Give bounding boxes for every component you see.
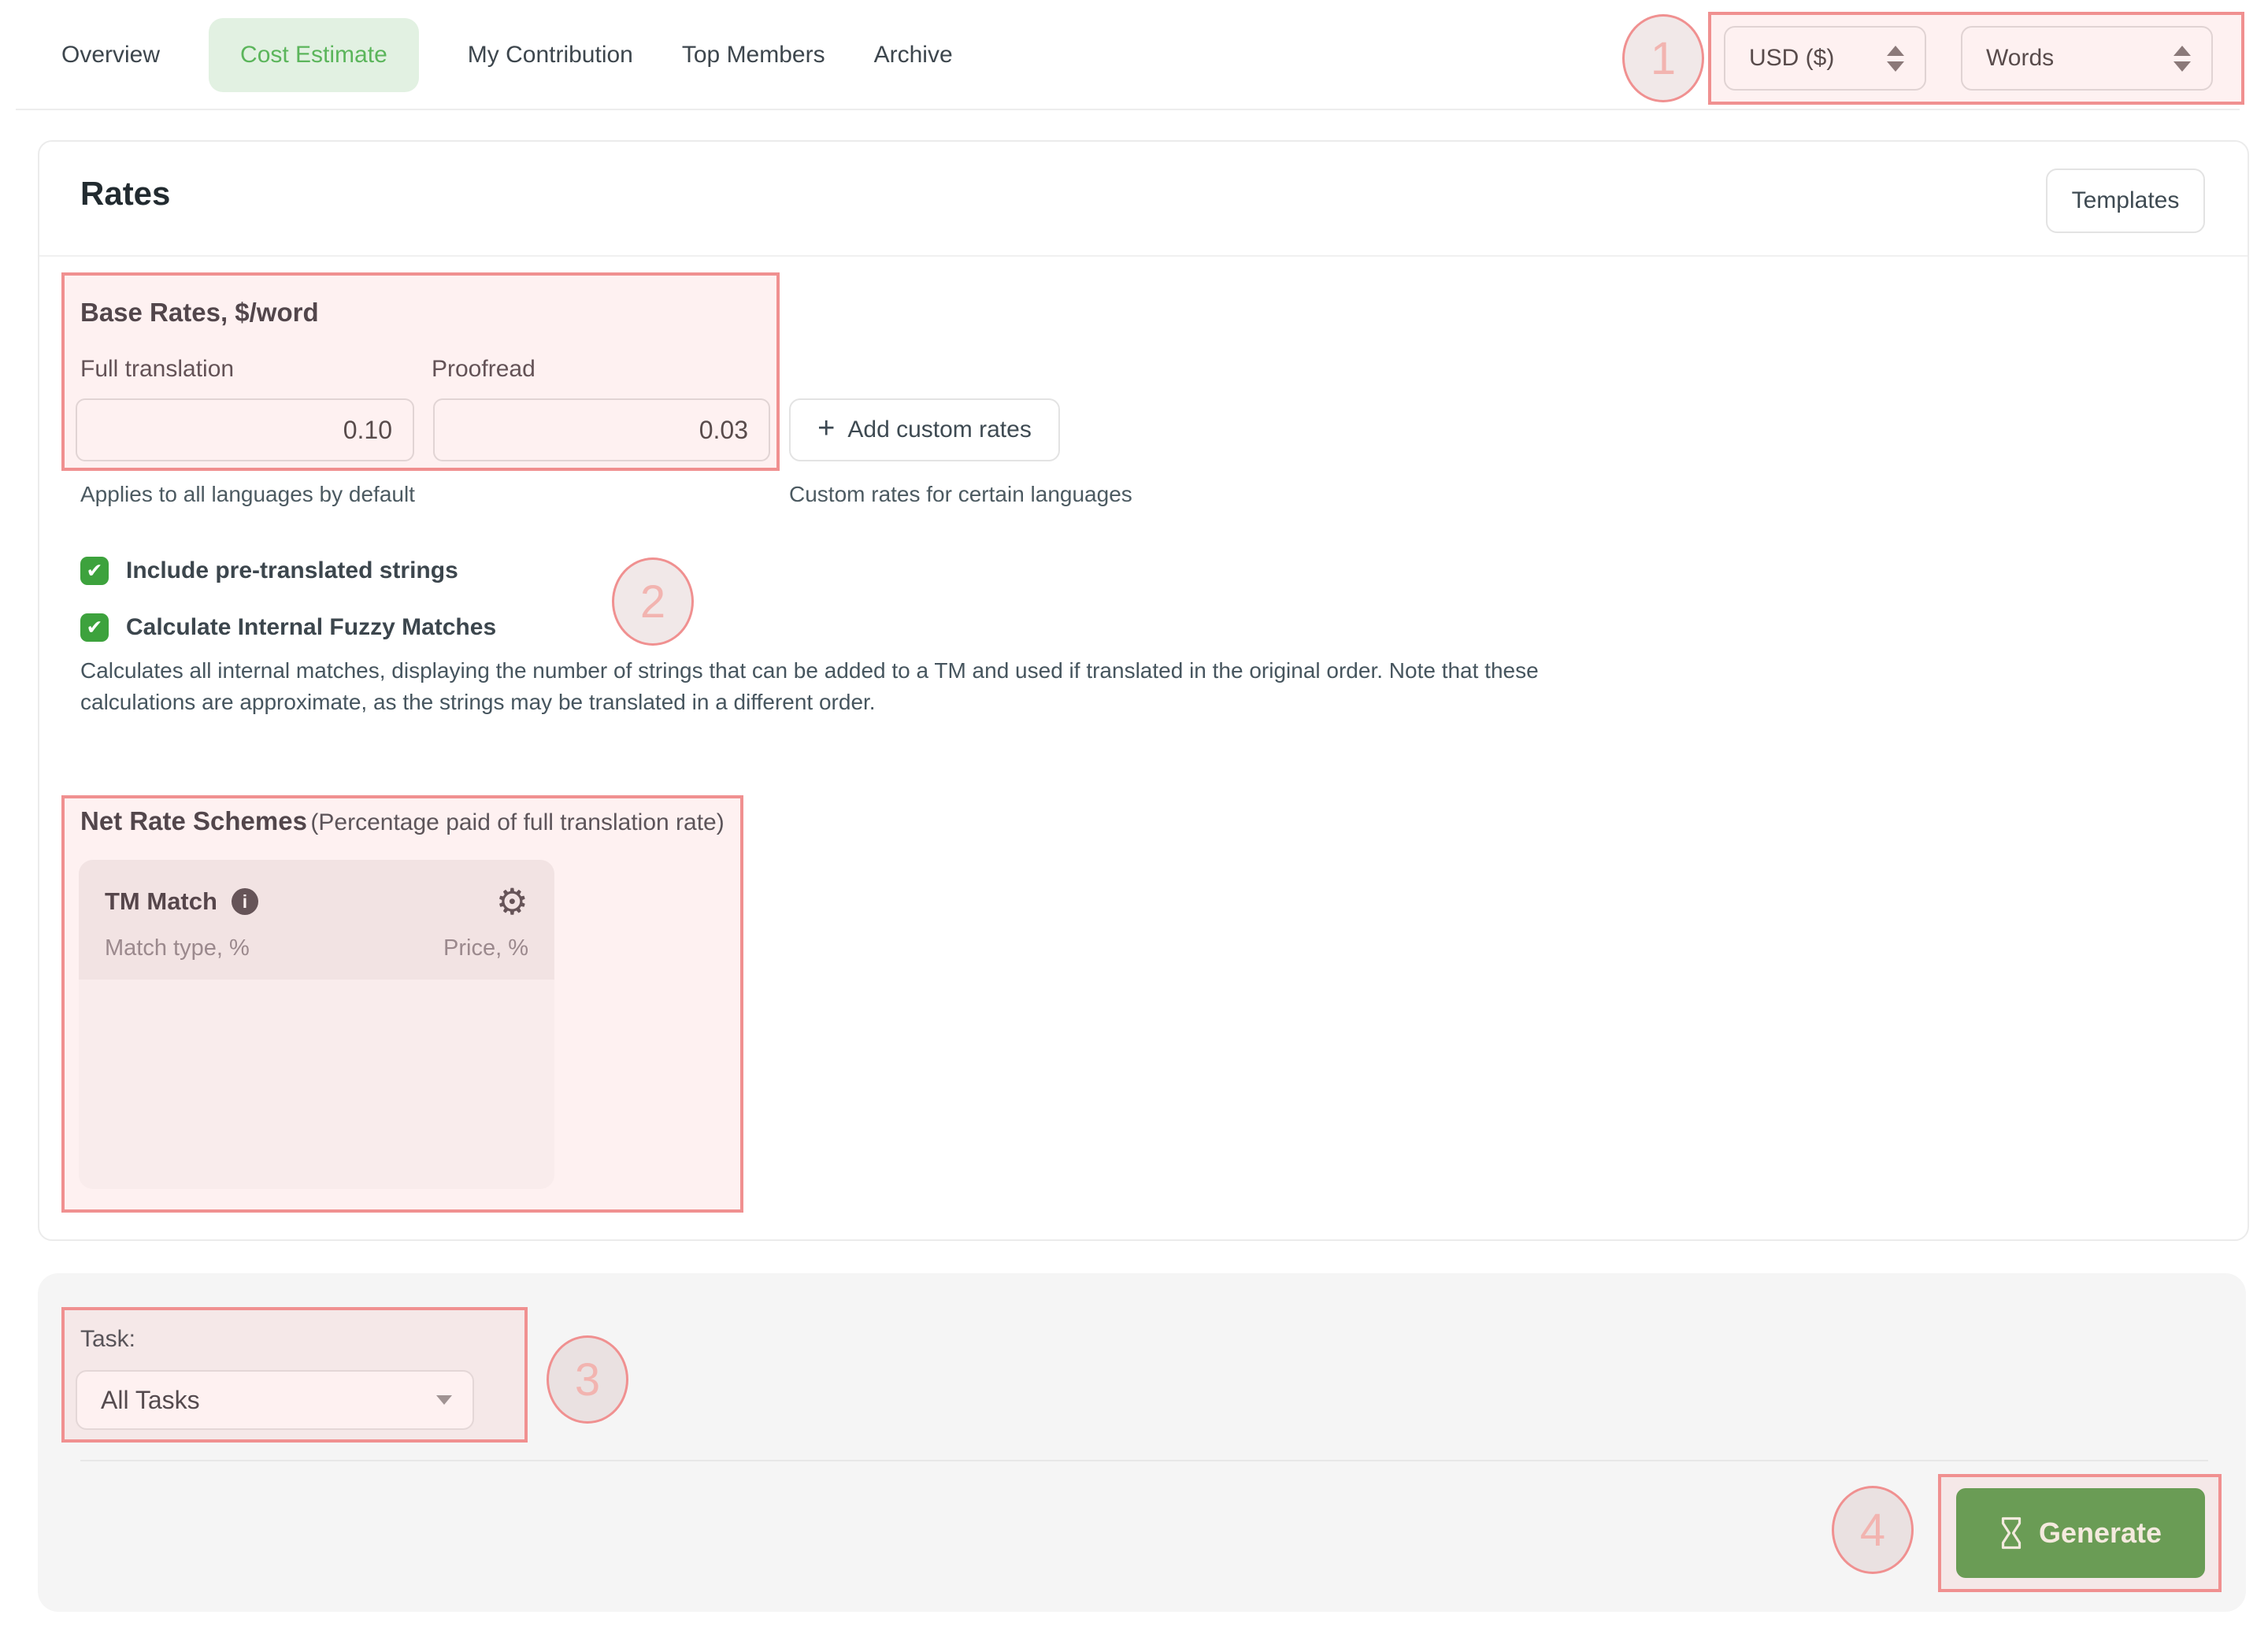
fuzzy-matches-label: Calculate Internal Fuzzy Matches (126, 614, 496, 641)
full-translation-rate-input[interactable] (76, 398, 414, 461)
fuzzy-matches-checkbox[interactable] (80, 613, 109, 642)
chevron-down-icon (436, 1395, 452, 1405)
hourglass-icon (1999, 1517, 2023, 1550)
plus-icon: + (817, 413, 835, 443)
tm-match-title: TM Match (105, 887, 217, 916)
net-rate-schemes-subtitle: (Percentage paid of full translation rat… (310, 809, 724, 835)
fuzzy-matches-row: Calculate Internal Fuzzy Matches (80, 613, 496, 642)
match-type-column-header: Match type, % (105, 935, 250, 961)
include-pretranslated-row: Include pre-translated strings (80, 557, 458, 585)
tm-match-card-header (79, 860, 554, 980)
units-select-value: Words (1986, 45, 2054, 72)
base-rates-helper-text: Applies to all languages by default (80, 482, 415, 507)
tab-my-contribution[interactable]: My Contribution (468, 42, 633, 69)
stepper-arrows-icon (2174, 46, 2191, 72)
tm-match-title-row: TM Match i ⚙ (105, 883, 528, 920)
tab-bar: Overview Cost Estimate My Contribution T… (0, 0, 2268, 110)
net-rate-schemes-heading: Net Rate Schemes (Percentage paid of ful… (80, 806, 724, 836)
custom-rates-helper-text: Custom rates for certain languages (789, 482, 1132, 507)
tab-cost-estimate[interactable]: Cost Estimate (209, 18, 419, 92)
units-select[interactable]: Words (1961, 26, 2213, 91)
tab-overview[interactable]: Overview (61, 42, 160, 69)
task-label: Task: (80, 1326, 135, 1353)
gear-icon[interactable]: ⚙ (496, 883, 528, 920)
cost-estimate-page: Overview Cost Estimate My Contribution T… (0, 0, 2268, 1637)
include-pretranslated-label: Include pre-translated strings (126, 557, 458, 584)
generate-button-label: Generate (2039, 1517, 2162, 1550)
templates-button[interactable]: Templates (2046, 169, 2205, 233)
currency-select[interactable]: USD ($) (1724, 26, 1926, 91)
add-custom-rates-label: Add custom rates (847, 417, 1031, 443)
price-column-header: Price, % (443, 935, 528, 961)
info-icon[interactable]: i (232, 888, 258, 915)
panel-divider (80, 1460, 2208, 1461)
task-dropdown[interactable]: All Tasks (76, 1370, 474, 1430)
tab-list: Overview Cost Estimate My Contribution T… (61, 0, 953, 110)
tm-match-column-headers: Match type, % Price, % (105, 935, 528, 961)
proofread-rate-input[interactable] (433, 398, 770, 461)
rates-card-header-divider (39, 255, 2248, 257)
tm-match-card: TM Match i ⚙ Match type, % Price, % 101 … (79, 860, 554, 1189)
full-translation-label: Full translation (80, 356, 234, 383)
add-custom-rates-button[interactable]: + Add custom rates (789, 398, 1060, 461)
rates-card-title: Rates (80, 175, 170, 213)
task-dropdown-value: All Tasks (101, 1386, 200, 1415)
tab-archive[interactable]: Archive (874, 42, 953, 69)
fuzzy-matches-note: Calculates all internal matches, display… (80, 655, 1584, 718)
base-rates-heading: Base Rates, $/word (80, 298, 319, 328)
tab-top-members[interactable]: Top Members (682, 42, 825, 69)
generate-panel (38, 1273, 2246, 1612)
currency-select-value: USD ($) (1749, 45, 1834, 72)
generate-button[interactable]: Generate (1956, 1488, 2205, 1578)
net-rate-schemes-title: Net Rate Schemes (80, 806, 307, 835)
stepper-arrows-icon (1887, 46, 1904, 72)
proofread-label: Proofread (432, 356, 536, 383)
tab-bar-divider (16, 109, 2240, 110)
include-pretranslated-checkbox[interactable] (80, 557, 109, 585)
